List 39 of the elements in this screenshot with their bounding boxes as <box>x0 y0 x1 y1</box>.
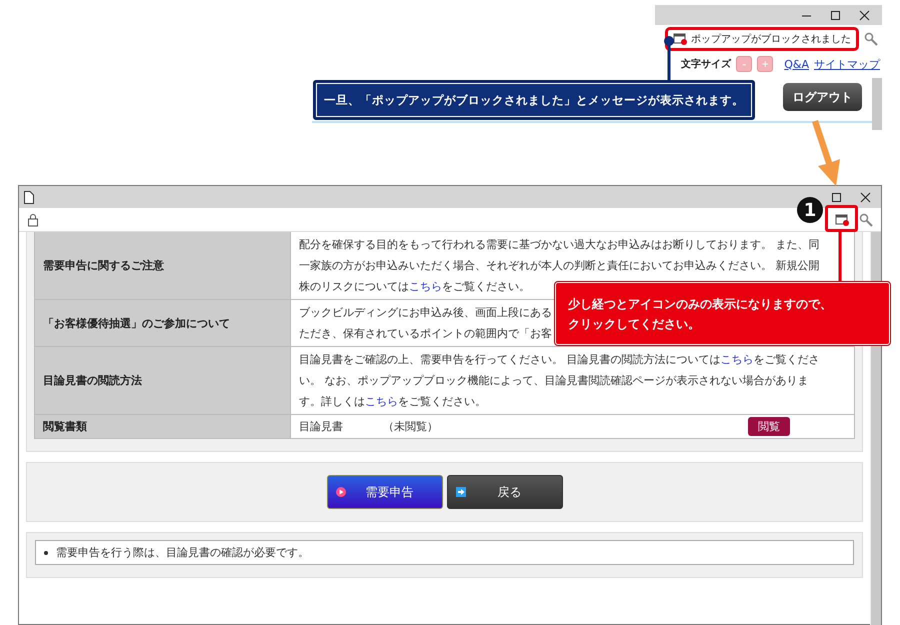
back-button[interactable]: 戻る <box>446 475 562 509</box>
leader-line <box>837 232 843 282</box>
maximize-icon[interactable] <box>830 10 841 20</box>
close-icon[interactable] <box>859 10 870 20</box>
close-icon[interactable] <box>860 192 871 202</box>
maximize-icon[interactable] <box>831 192 842 202</box>
note-text: 需要申告を行う際は、目論見書の確認が必要です。 <box>56 545 309 560</box>
blocked-popup-icon <box>673 32 687 46</box>
instruction-tooltip: 少し経つとアイコンのみの表示になりますので、 クリックしてください。 <box>555 282 890 345</box>
row-description: ただき、保有されているポイントの範囲内で「お客 <box>299 326 552 342</box>
details-link[interactable]: こちら <box>365 395 398 408</box>
highlight-frame <box>825 205 858 232</box>
row-description: 目論見書をご確認の上、需要申告を行ってください。 目論見書の閲読方法についてはこちら をご覧ください。 なお、ポップアップブロック機能によって、目論見書閲読確認ページが表示されない場合があります。詳しくはこちら をご覧ください。 <box>299 353 820 408</box>
play-icon <box>336 487 346 497</box>
arrow-icon <box>456 487 466 497</box>
read-status: （未閲覧） <box>383 419 438 434</box>
pointer-arrow <box>812 120 840 186</box>
lock-icon <box>27 212 39 226</box>
popup-blocked-notice[interactable]: ポップアップがブロックされました <box>665 27 859 51</box>
row-label: 「お客様優待抽選」のご参加について <box>35 300 290 346</box>
font-size-label: 文字サイズ <box>681 57 732 71</box>
row-label: 目論見書の閲読方法 <box>35 347 290 414</box>
scrollbar[interactable] <box>872 78 882 130</box>
submit-demand-button[interactable]: 需要申告 <box>326 475 442 509</box>
sitemap-link[interactable]: サイトマップ <box>814 56 880 72</box>
document-icon <box>23 190 35 204</box>
bullet-icon <box>44 550 48 554</box>
row-description: ブックビルディングにお申込み後、画面上段にある <box>299 305 552 321</box>
details-link[interactable]: こちら <box>720 353 754 366</box>
logout-button[interactable]: ログアウト <box>783 83 862 111</box>
document-name: 目論見書 <box>299 419 343 434</box>
leader-line <box>664 36 674 81</box>
row-label: 閲覧書類 <box>35 415 290 438</box>
details-link[interactable]: こちら <box>409 280 442 293</box>
blocked-popup-icon[interactable] <box>835 212 849 226</box>
view-button[interactable]: 閲覧 <box>748 417 790 436</box>
qa-link[interactable]: Q&A <box>784 58 809 70</box>
row-label: 需要申告に関するご注意 <box>35 232 290 299</box>
instruction-callout: 一旦、「ポップアップがブロックされました」とメッセージが表示されます。 <box>313 80 755 120</box>
